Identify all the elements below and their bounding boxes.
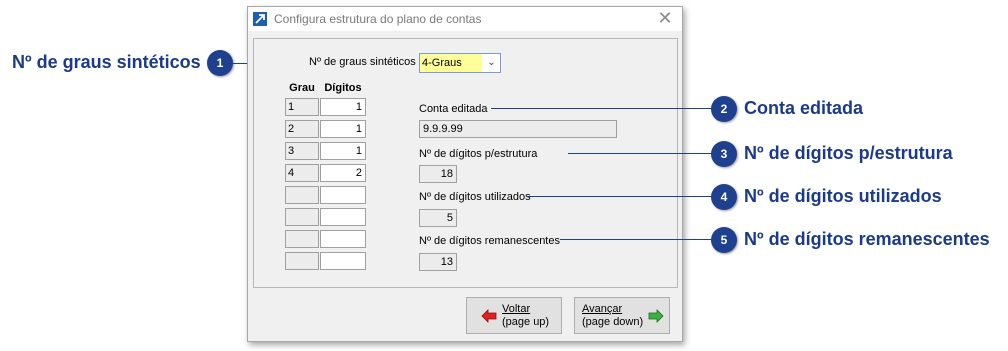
estrutura-label: Nº de dígitos p/estrutura bbox=[419, 148, 538, 160]
arrow-right-icon bbox=[648, 309, 664, 323]
voltar-button[interactable]: Voltar (page up) bbox=[466, 297, 562, 334]
callout-label-1: Nº de graus sintéticos bbox=[12, 52, 201, 72]
avancar-label: Avançar (page down) bbox=[582, 303, 643, 329]
digitos-cell[interactable]: 1 bbox=[320, 142, 366, 160]
voltar-line1: Voltar bbox=[502, 303, 531, 315]
remanescentes-field: 13 bbox=[419, 253, 457, 271]
estrutura-field: 18 bbox=[419, 165, 457, 183]
digitos-cell[interactable] bbox=[320, 230, 366, 248]
arrow-left-icon bbox=[481, 309, 497, 323]
app-icon bbox=[253, 12, 267, 26]
avancar-line1: Avançar bbox=[582, 303, 623, 315]
window-title: Configura estrutura do plano de contas bbox=[274, 12, 482, 26]
utilizados-label: Nº de dígitos utilizados bbox=[419, 191, 531, 203]
callout-badge-2: 2 bbox=[711, 96, 737, 122]
graus-label: Nº de graus sintéticos bbox=[309, 56, 416, 68]
chevron-down-icon[interactable]: ⌄ bbox=[483, 54, 500, 72]
callout-line-2 bbox=[491, 108, 711, 109]
voltar-label: Voltar (page up) bbox=[502, 303, 549, 329]
callout-badge-4: 4 bbox=[711, 184, 737, 210]
callout-badge-1: 1 bbox=[207, 50, 233, 76]
avancar-button[interactable]: Avançar (page down) bbox=[574, 297, 670, 334]
callout-label-2: Conta editada bbox=[744, 98, 864, 118]
callout-label-5: Nº de dígitos remanescentes bbox=[744, 229, 990, 249]
utilizados-field: 5 bbox=[419, 209, 457, 227]
grau-cell bbox=[285, 186, 319, 204]
grau-cell: 4 bbox=[285, 164, 319, 182]
voltar-line2: (page up) bbox=[502, 316, 550, 328]
callout-label-3: Nº de dígitos p/estrutura bbox=[744, 143, 953, 163]
digitos-cell[interactable]: 1 bbox=[320, 120, 366, 138]
config-panel bbox=[253, 38, 678, 288]
digitos-cell[interactable] bbox=[320, 208, 366, 226]
header-grau: Grau bbox=[289, 82, 315, 94]
header-digitos: Dígitos bbox=[324, 82, 362, 94]
graus-combo-value[interactable]: 4-Graus bbox=[420, 54, 482, 72]
callout-label-4: Nº de dígitos utilizados bbox=[744, 186, 942, 206]
grau-cell: 1 bbox=[285, 98, 319, 116]
grau-cell bbox=[285, 252, 319, 270]
conta-label: Conta editada bbox=[419, 103, 488, 115]
callout-badge-3: 3 bbox=[711, 141, 737, 167]
remanescentes-label: Nº de dígitos remanescentes bbox=[419, 235, 560, 247]
digitos-cell[interactable]: 2 bbox=[320, 164, 366, 182]
title-bar: Configura estrutura do plano de contas ✕ bbox=[248, 7, 682, 31]
conta-field: 9.9.9.99 bbox=[419, 120, 617, 138]
dialog-window: Configura estrutura do plano de contas ✕… bbox=[247, 6, 683, 342]
callout-line-4 bbox=[526, 196, 711, 197]
grau-cell: 3 bbox=[285, 142, 319, 160]
grau-cell bbox=[285, 208, 319, 226]
grau-cell bbox=[285, 230, 319, 248]
callout-line-5 bbox=[560, 239, 711, 240]
digitos-cell[interactable] bbox=[320, 252, 366, 270]
graus-combo[interactable]: 4-Graus ⌄ bbox=[419, 53, 501, 73]
callout-line-3 bbox=[568, 153, 711, 154]
digitos-cell[interactable] bbox=[320, 186, 366, 204]
grau-cell: 2 bbox=[285, 120, 319, 138]
digitos-cell[interactable]: 1 bbox=[320, 98, 366, 116]
avancar-line2: (page down) bbox=[582, 316, 644, 328]
callout-badge-5: 5 bbox=[711, 227, 737, 253]
close-icon[interactable]: ✕ bbox=[653, 8, 677, 30]
